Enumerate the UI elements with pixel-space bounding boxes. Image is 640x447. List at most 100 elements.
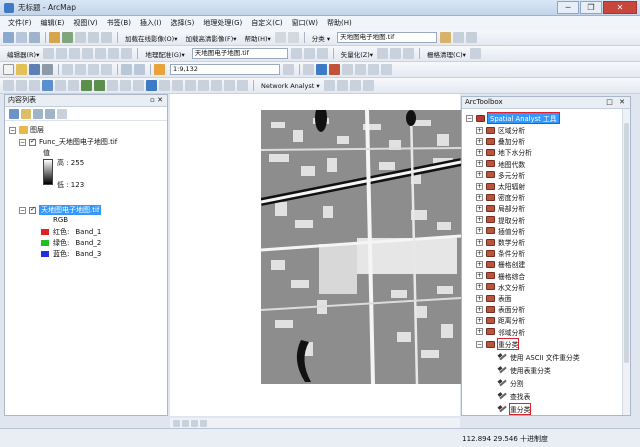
toc-pin-close[interactable]: ▫ ✕ [150,95,163,106]
swipe-tool-icon[interactable] [88,32,99,43]
expand-icon[interactable]: + [476,238,483,246]
redo-icon[interactable] [134,64,145,75]
tool-lookup[interactable]: 查找表 [498,391,530,401]
vectorization-menu[interactable]: 矢量化(Z)▾ [341,49,373,59]
georef-layer-select[interactable]: 天地图电子地图.tif [191,48,288,59]
expand-icon[interactable]: + [476,126,483,134]
tool-slice[interactable]: 分割 [498,378,524,388]
tool-icon[interactable] [287,32,299,43]
edit-tool-icon[interactable] [95,48,107,59]
toolset-item[interactable]: + 区域分析 [476,125,525,135]
search-icon[interactable] [368,64,379,75]
copy-icon[interactable] [75,64,86,75]
network-tool-icon[interactable] [362,80,374,91]
layer-visibility-checkbox[interactable] [29,137,36,146]
print-icon[interactable] [42,64,53,75]
layer-tool-icon[interactable] [3,32,14,43]
toolset-item[interactable]: + 表面分析 [476,304,525,314]
select-features-icon[interactable] [107,80,118,91]
toolset-item[interactable]: + 多元分析 [476,170,525,180]
edit-tool-icon[interactable] [43,48,55,59]
editor-menu[interactable]: 编辑器(R)▾ [7,49,39,59]
save-icon[interactable] [29,64,40,75]
scrollbar-thumb[interactable] [624,123,629,363]
expand-icon[interactable]: + [476,283,483,291]
help-menu[interactable]: 帮助(H)▾ [245,33,271,43]
editor-toolbar-icon[interactable] [303,64,314,75]
raster-cleanup-menu[interactable]: 栅格清理(C)▾ [427,49,466,59]
undo-icon[interactable] [121,64,132,75]
load-hd-imagery-menu[interactable]: 加载高清影像(F)▾ [185,33,236,43]
expand-icon[interactable]: + [476,328,483,336]
data-view-icon[interactable] [173,419,180,427]
layer-visibility-checkbox[interactable] [29,205,36,214]
expand-icon[interactable]: + [476,204,483,212]
clear-selection-icon[interactable] [120,80,131,91]
network-tool-icon[interactable] [349,80,361,91]
new-document-icon[interactable] [3,64,14,75]
menu-file[interactable]: 文件(F) [8,18,32,28]
measure-tool-icon[interactable] [75,32,86,43]
add-data-icon[interactable] [154,64,165,75]
open-folder-icon[interactable] [16,64,27,75]
pause-drawing-icon[interactable] [200,419,207,427]
layout-tool-icon[interactable] [101,32,112,43]
toolset-item[interactable]: + 栅格综合 [476,271,525,281]
options-icon[interactable] [57,108,67,119]
tool-icon[interactable] [453,32,465,43]
expand-icon[interactable]: + [476,260,483,268]
map-scale-select[interactable]: 1:9,132 [170,64,280,75]
collapse-icon[interactable]: − [19,138,26,146]
layer-func-item[interactable]: − Func_天地图电子地图.tif [19,137,117,147]
toolset-item[interactable]: + 密度分析 [476,192,525,202]
expand-icon[interactable]: + [476,171,483,179]
expand-icon[interactable]: + [476,148,483,156]
find-icon[interactable] [198,80,209,91]
toolset-item[interactable]: + 提取分析 [476,215,525,225]
identify-icon[interactable] [146,80,157,91]
fixed-zoom-icon[interactable] [55,80,66,91]
select-tool-icon[interactable] [16,32,27,43]
model-builder-icon[interactable] [355,64,366,75]
list-by-visibility-icon[interactable] [33,108,43,119]
toolset-item[interactable]: + 地图代数 [476,159,525,169]
toolset-item[interactable]: + 距离分析 [476,315,525,325]
toolset-item[interactable]: + 邻域分析 [476,327,525,337]
pan-icon[interactable] [29,80,40,91]
expand-icon[interactable]: + [476,294,483,302]
expand-icon[interactable]: + [476,227,483,235]
menu-view[interactable]: 视图(V) [73,18,97,28]
toolset-item[interactable]: + 插值分析 [476,226,525,236]
reclass-toolset[interactable]: − 重分类 [476,338,520,350]
time-slider-icon[interactable] [237,80,248,91]
menu-geoprocessing[interactable]: 地理处理(G) [203,18,242,28]
spatial-analyst-toolbox[interactable]: − Spatial Analyst 工具 [466,112,560,124]
expand-icon[interactable]: + [476,182,483,190]
menu-insert[interactable]: 插入(I) [140,18,162,28]
tool-reclass-ascii[interactable]: 使用 ASCII 文件重分类 [498,352,580,362]
tool-reclassify[interactable]: 重分类 [498,403,532,415]
fixed-zoom-out-icon[interactable] [68,80,79,91]
identify-tool-icon[interactable] [49,32,60,43]
toolset-item[interactable]: + 数学分析 [476,237,525,247]
hyperlink-icon[interactable] [159,80,170,91]
tool-icon[interactable] [466,32,478,43]
toolset-item[interactable]: + 局部分析 [476,203,525,213]
edit-tool-icon[interactable] [56,48,68,59]
classify-menu[interactable]: 分类 ▾ [312,33,330,43]
minimize-button[interactable]: ─ [557,1,579,14]
collapse-icon[interactable]: − [9,126,16,134]
full-extent-icon[interactable] [42,80,53,91]
cut-icon[interactable] [62,64,73,75]
menu-edit[interactable]: 编辑(E) [41,18,65,28]
measure-icon[interactable] [185,80,196,91]
expand-icon[interactable]: + [476,216,483,224]
forward-extent-icon[interactable] [94,80,105,91]
arctoolbox-scrollbar[interactable] [622,109,630,415]
georef-tool-icon[interactable] [303,48,315,59]
training-sample-icon[interactable] [440,32,452,43]
vectorize-tool-icon[interactable] [390,48,402,59]
georeferencing-menu[interactable]: 地理配准(G)▾ [145,49,184,59]
tool-icon[interactable] [274,32,286,43]
close-button[interactable]: ✕ [603,1,637,14]
